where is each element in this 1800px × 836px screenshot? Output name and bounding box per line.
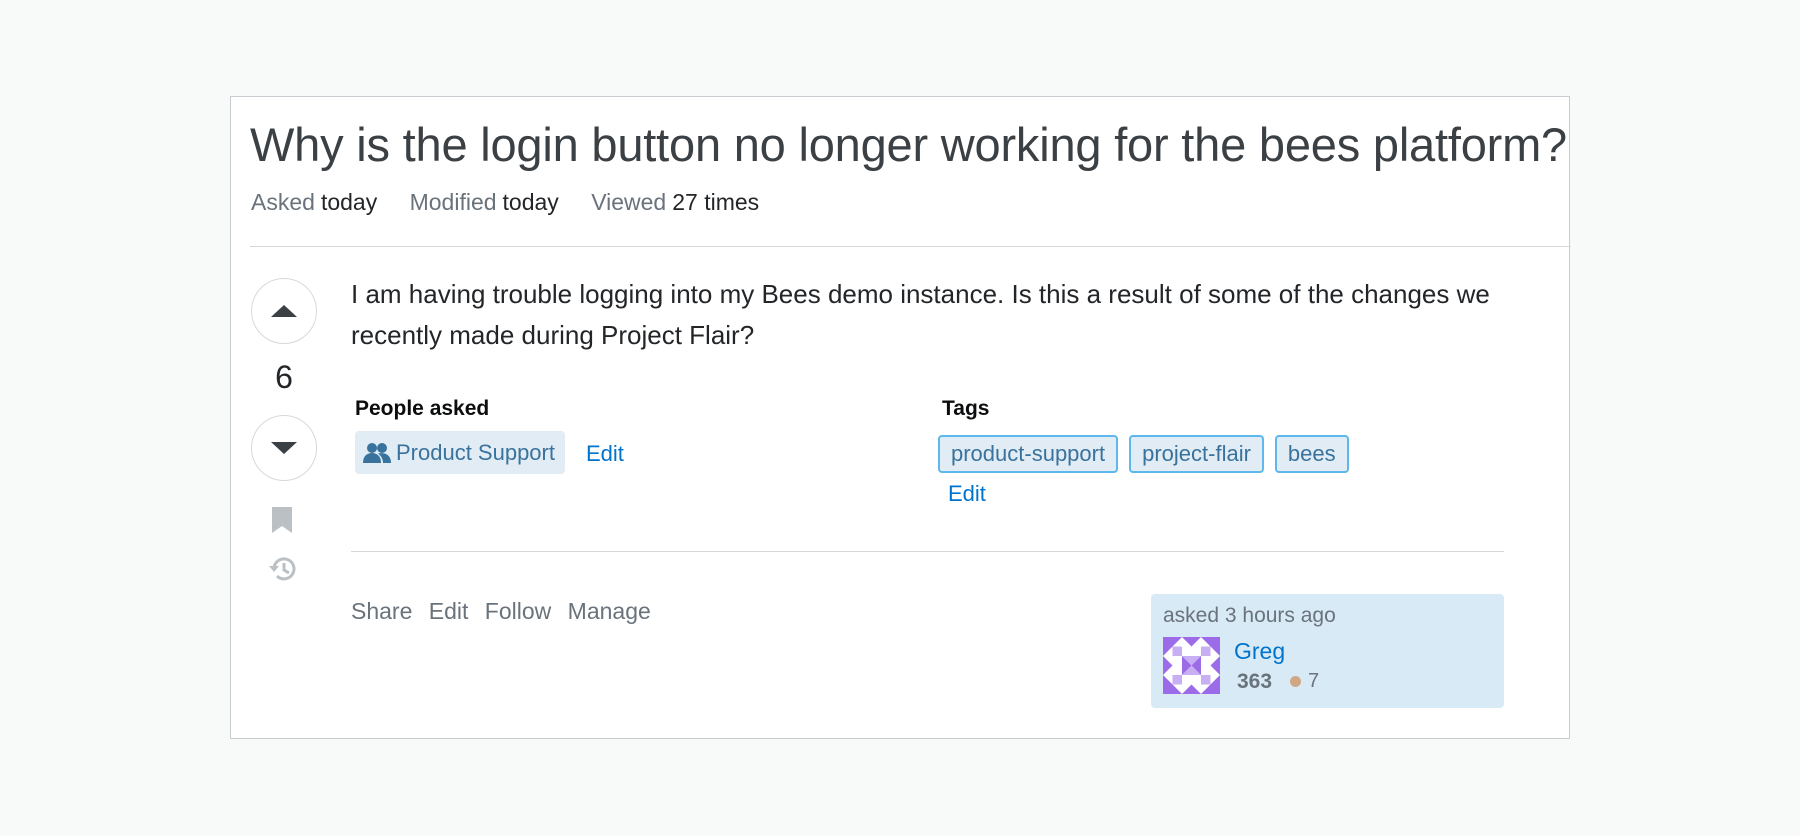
question-title[interactable]: Why is the login button no longer workin…: [250, 117, 1567, 172]
follow-link[interactable]: Follow: [485, 598, 551, 624]
share-link[interactable]: Share: [351, 598, 412, 624]
history-icon[interactable]: [268, 553, 300, 585]
asked-label: Asked: [251, 189, 315, 215]
title-divider: [250, 246, 1571, 247]
user-avatar[interactable]: [1163, 637, 1220, 694]
asked-value: today: [320, 189, 378, 215]
edit-tags-link[interactable]: Edit: [948, 481, 986, 507]
tag-bees[interactable]: bees: [1274, 435, 1349, 473]
user-reputation: 363: [1237, 670, 1273, 693]
modified-label: Modified: [409, 189, 497, 215]
asked-time[interactable]: asked 3 hours ago: [1163, 604, 1492, 628]
question-body: I am having trouble logging into my Bees…: [351, 279, 1490, 350]
bronze-badge-icon: [1290, 676, 1301, 687]
edit-link[interactable]: Edit: [429, 598, 469, 624]
tags-heading: Tags: [942, 397, 990, 420]
tag-project-flair[interactable]: project-flair: [1129, 435, 1264, 473]
post-owner-card: asked 3 hours ago Greg 363 7: [1151, 594, 1504, 708]
bronze-badge-count: 7: [1290, 670, 1319, 693]
body-divider: [351, 551, 1504, 552]
bookmark-icon[interactable]: [270, 505, 294, 535]
post-actions: Share Edit Follow Manage: [351, 598, 661, 625]
vote-count: 6: [275, 359, 293, 395]
bronze-badge-value: 7: [1308, 670, 1320, 692]
question-card: Why is the login button no longer workin…: [230, 96, 1571, 739]
caret-down-icon: [271, 442, 297, 454]
group-chip-label: Product Support: [396, 439, 555, 465]
modified-value[interactable]: today: [503, 189, 559, 215]
manage-link[interactable]: Manage: [568, 598, 651, 624]
tag-list: product-support project-flair bees: [938, 435, 1360, 473]
upvote-button[interactable]: [251, 278, 317, 344]
downvote-button[interactable]: [251, 415, 317, 481]
user-name-link[interactable]: Greg: [1234, 638, 1285, 665]
question-meta: Asked today Modified today Viewed 27 times: [251, 189, 785, 216]
viewed-value: 27 times: [672, 189, 760, 215]
people-asked-heading: People asked: [355, 397, 490, 420]
tag-product-support[interactable]: product-support: [938, 435, 1119, 473]
viewed-label: Viewed: [591, 189, 667, 215]
users-icon: [363, 442, 391, 463]
caret-up-icon: [271, 305, 297, 317]
group-chip-product-support[interactable]: Product Support: [355, 431, 565, 474]
edit-people-asked-link[interactable]: Edit: [586, 441, 624, 467]
